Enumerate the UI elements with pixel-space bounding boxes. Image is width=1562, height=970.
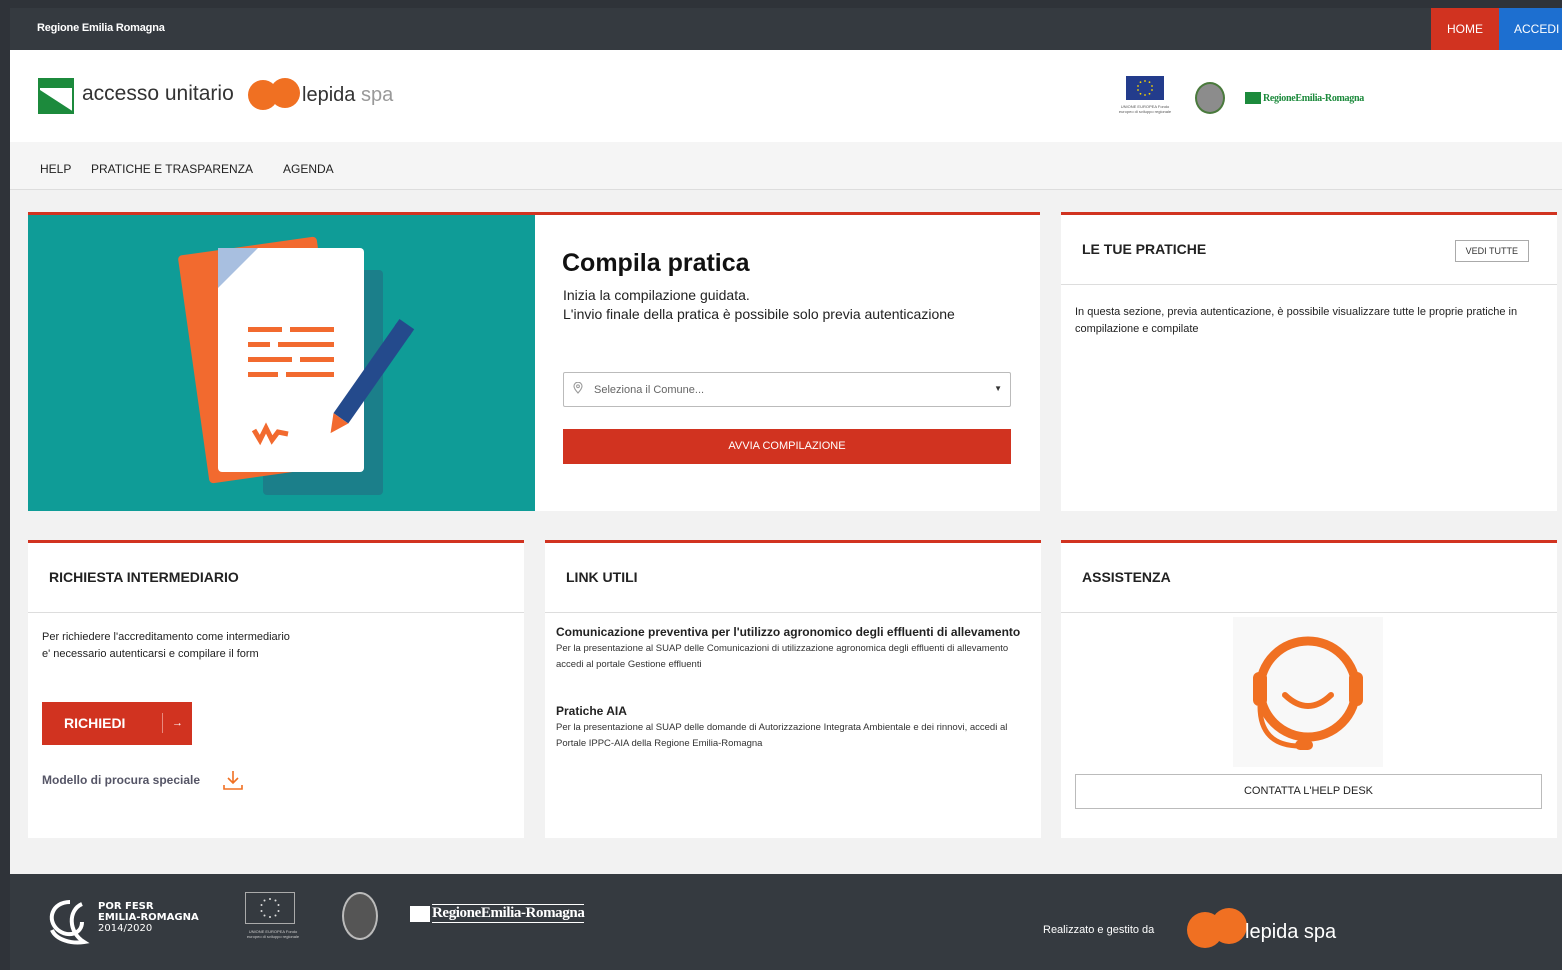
por-fesr-mark-icon (49, 900, 90, 945)
procura-speciale-link[interactable]: Modello di procura speciale (42, 773, 200, 787)
link-description: Per la presentazione al SUAP delle doman… (556, 722, 1008, 749)
card-title: LINK UTILI (566, 569, 638, 585)
download-icon[interactable] (221, 768, 245, 792)
card-header: ASSISTENZA (1061, 543, 1557, 613)
intermediario-description: Per richiedere l'accreditamento come int… (42, 631, 290, 660)
view-all-button[interactable]: VEDI TUTTE (1454, 240, 1529, 262)
logo-stripe (40, 80, 72, 88)
headset-icon (1233, 617, 1383, 767)
chevron-down-icon: ▼ (994, 384, 1002, 393)
assistenza-card: ASSISTENZA CONTATTA L'HELP DESK (1061, 540, 1557, 838)
nav-item-help[interactable]: HELP (40, 162, 71, 176)
main-nav: HELP PRATICHE E TRASPARENZA AGENDA (10, 142, 1562, 190)
made-by-text: Realizzato e gestito da (1043, 924, 1155, 936)
link-utili-card: LINK UTILI Comunicazione preventiva per … (545, 540, 1041, 838)
footer-lepida-text: lepida spa (1245, 921, 1337, 943)
document-pen-illustration (178, 236, 415, 495)
rer-flag-icon (1245, 92, 1261, 104)
link-item[interactable]: Pratiche AIA Per la presentazione al SUA… (556, 703, 1026, 752)
italian-emblem-icon (1195, 82, 1225, 114)
richiedi-label: RICHIEDI (64, 715, 126, 731)
logo-triangle (40, 90, 72, 112)
footer-lepida-logo-icon (1187, 908, 1247, 948)
eu-caption: UNIONE EUROPEA Fondo europeo di sviluppo… (1118, 104, 1172, 114)
card-header: RICHIESTA INTERMEDIARIO (28, 543, 524, 613)
eu-stars-icon (1137, 80, 1153, 96)
link-description: Per la presentazione al SUAP delle Comun… (556, 643, 1009, 670)
link-title[interactable]: Comunicazione preventiva per l'utilizzo … (556, 624, 1026, 641)
nav-item-agenda[interactable]: AGENDA (283, 162, 334, 176)
por-fesr-text: POR FESR EMILIA-ROMAGNA 2014/2020 (98, 901, 199, 934)
contact-helpdesk-button[interactable]: CONTATTA L'HELP DESK (1075, 774, 1542, 809)
hero-note: L'invio finale della pratica è possibile… (563, 306, 955, 322)
comune-select-placeholder: Seleziona il Comune... (594, 384, 705, 396)
card-title: LE TUE PRATICHE (1082, 241, 1207, 257)
eu-logo: UNIONE EUROPEA Fondo europeo di sviluppo… (1113, 76, 1177, 116)
lepida-logo-icon (248, 78, 306, 110)
pratiche-description: In questa sezione, previa autenticazione… (1075, 306, 1518, 335)
regione-logo-icon[interactable] (38, 78, 74, 114)
por-line-3: 2014/2020 (98, 923, 153, 934)
rer-logo: RegioneEmilia-Romagna (1245, 91, 1364, 105)
site-logo-text[interactable]: accesso unitario (82, 82, 234, 106)
lepida-logo-text: lepida spa (302, 84, 393, 107)
link-item[interactable]: Comunicazione preventiva per l'utilizzo … (556, 624, 1026, 673)
lepida-spa: spa (360, 84, 394, 106)
top-bar: Regione Emilia Romagna HOME ACCEDI (10, 8, 1562, 50)
card-header: LE TUE PRATICHE VEDI TUTTE (1061, 215, 1557, 285)
link-title[interactable]: Pratiche AIA (556, 703, 1026, 720)
richiedi-button[interactable]: RICHIEDI → (42, 702, 192, 745)
footer-eu-caption: UNIONE EUROPEA Fondo europeo di sviluppo… (246, 929, 300, 939)
lepida-name: lepida (302, 84, 356, 106)
hero-illustration (28, 215, 535, 511)
footer-rer-logo: RegioneEmilia-Romagna (410, 904, 585, 923)
hero-subtitle: Inizia la compilazione guidata. (563, 287, 750, 303)
arrow-right-icon: → (162, 713, 183, 733)
rer-logo-text: RegioneEmilia-Romagna (1263, 92, 1364, 104)
nav-item-pratiche[interactable]: PRATICHE E TRASPARENZA (91, 162, 253, 176)
region-brand[interactable]: Regione Emilia Romagna (37, 22, 165, 34)
le-tue-pratiche-card: LE TUE PRATICHE VEDI TUTTE In questa sez… (1061, 212, 1557, 511)
eu-flag-icon (1126, 76, 1164, 100)
por-line-1: POR FESR (98, 901, 154, 912)
comune-select[interactable]: Seleziona il Comune... ▼ (563, 372, 1011, 407)
home-button[interactable]: HOME (1431, 8, 1499, 50)
rer-flag-icon (410, 905, 430, 922)
compila-pratica-card: Compila pratica Inizia la compilazione g… (28, 212, 1040, 511)
card-title: ASSISTENZA (1082, 569, 1171, 585)
footer-rer-text: RegioneEmilia-Romagna (432, 904, 585, 923)
start-compilation-button[interactable]: AVVIA COMPILAZIONE (563, 429, 1011, 464)
site-header: accesso unitario lepida spa UNIONE EUROP… (10, 50, 1562, 142)
site-footer: POR FESR EMILIA-ROMAGNA 2014/2020 UNIONE… (10, 874, 1562, 970)
login-button[interactable]: ACCEDI (1499, 8, 1562, 50)
richiesta-intermediario-card: RICHIESTA INTERMEDIARIO Per richiedere l… (28, 540, 524, 838)
eu-flag-icon (245, 892, 295, 924)
hero-title: Compila pratica (562, 249, 750, 277)
location-pin-icon (573, 381, 583, 397)
footer-eu-logo: UNIONE EUROPEA Fondo europeo di sviluppo… (243, 892, 299, 946)
footer-italian-emblem-icon (342, 892, 378, 940)
por-line-2: EMILIA-ROMAGNA (98, 912, 199, 923)
por-fesr-logo: POR FESR EMILIA-ROMAGNA 2014/2020 (42, 894, 222, 950)
card-header: LINK UTILI (545, 543, 1041, 613)
page-frame: Regione Emilia Romagna HOME ACCEDI acces… (10, 8, 1562, 970)
card-title: RICHIESTA INTERMEDIARIO (49, 569, 239, 585)
